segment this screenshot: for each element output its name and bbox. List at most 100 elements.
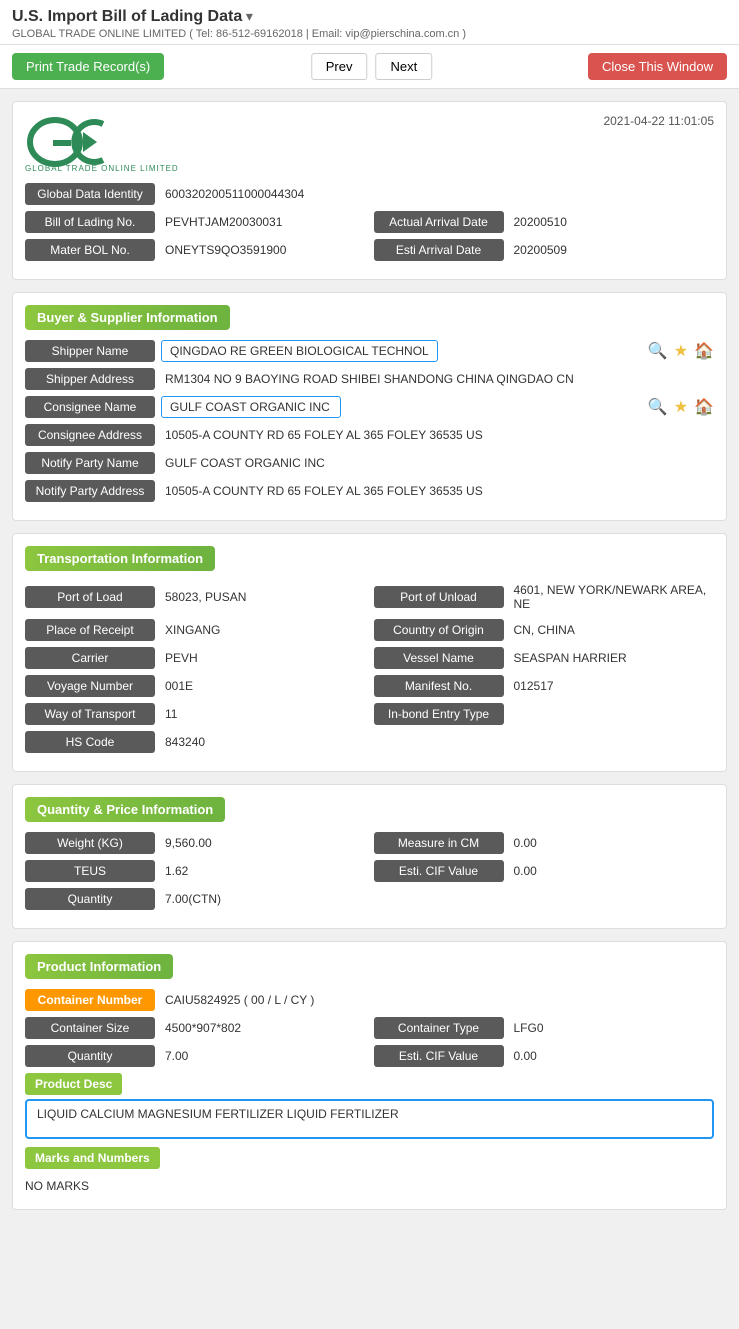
consignee-address-label: Consignee Address <box>25 424 155 446</box>
carrier-label: Carrier <box>25 647 155 669</box>
product-title: Product Information <box>25 954 173 979</box>
product-desc-value: LIQUID CALCIUM MAGNESIUM FERTILIZER LIQU… <box>25 1099 714 1139</box>
weight-kg-label: Weight (KG) <box>25 832 155 854</box>
product-header: Product Information <box>25 954 714 989</box>
esti-arrival-label: Esti Arrival Date <box>374 239 504 261</box>
consignee-search-icon[interactable]: 🔍 <box>648 397 668 417</box>
consignee-name-row: Consignee Name GULF COAST ORGANIC INC 🔍 … <box>25 396 714 418</box>
way-inbond-row: Way of Transport 11 In-bond Entry Type <box>25 703 714 725</box>
voyage-manifest-row: Voyage Number 001E Manifest No. 012517 <box>25 675 714 697</box>
product-quantity-col: Quantity 7.00 <box>25 1045 366 1067</box>
measure-col: Measure in CM 0.00 <box>374 832 715 854</box>
in-bond-entry-type-value <box>510 712 518 716</box>
way-of-transport-label: Way of Transport <box>25 703 155 725</box>
manifest-no-label: Manifest No. <box>374 675 504 697</box>
mater-bol-value: ONEYTS9QO3591900 <box>161 241 290 259</box>
way-of-transport-col: Way of Transport 11 <box>25 703 366 725</box>
container-number-value: CAIU5824925 ( 00 / L / CY ) <box>161 991 318 1009</box>
transportation-title: Transportation Information <box>25 546 215 571</box>
shipper-search-icon[interactable]: 🔍 <box>648 341 668 361</box>
product-quantity-cif-row: Quantity 7.00 Esti. CIF Value 0.00 <box>25 1045 714 1067</box>
buyer-supplier-title: Buyer & Supplier Information <box>25 305 230 330</box>
bol-col: Bill of Lading No. PEVHTJAM20030031 <box>25 211 366 233</box>
product-quantity-label: Quantity <box>25 1045 155 1067</box>
quantity-value: 7.00(CTN) <box>161 890 225 908</box>
manifest-col: Manifest No. 012517 <box>374 675 715 697</box>
page-title: U.S. Import Bill of Lading Data <box>12 8 242 25</box>
port-of-load-label: Port of Load <box>25 586 155 608</box>
shipper-address-value: RM1304 NO 9 BAOYING ROAD SHIBEI SHANDONG… <box>161 370 578 388</box>
consignee-name-label: Consignee Name <box>25 396 155 418</box>
port-load-col: Port of Load 58023, PUSAN <box>25 581 366 613</box>
esti-cif-col: Esti. CIF Value 0.00 <box>374 860 715 882</box>
container-number-label: Container Number <box>25 989 155 1011</box>
product-desc-section: Product Desc LIQUID CALCIUM MAGNESIUM FE… <box>25 1073 714 1139</box>
container-size-col: Container Size 4500*907*802 <box>25 1017 366 1039</box>
quantity-price-title: Quantity & Price Information <box>25 797 225 822</box>
receipt-origin-row: Place of Receipt XINGANG Country of Orig… <box>25 619 714 641</box>
consignee-star-icon[interactable]: ★ <box>674 397 688 417</box>
marks-section: Marks and Numbers NO MARKS <box>25 1147 714 1197</box>
measure-in-cm-label: Measure in CM <box>374 832 504 854</box>
close-button[interactable]: Close This Window <box>588 53 727 80</box>
container-size-type-row: Container Size 4500*907*802 Container Ty… <box>25 1017 714 1039</box>
teus-cif-row: TEUS 1.62 Esti. CIF Value 0.00 <box>25 860 714 882</box>
hs-code-row: HS Code 843240 <box>25 731 714 753</box>
carrier-value: PEVH <box>161 649 202 667</box>
global-data-identity-label: Global Data Identity <box>25 183 155 205</box>
shipper-address-row: Shipper Address RM1304 NO 9 BAOYING ROAD… <box>25 368 714 390</box>
notify-party-address-value: 10505-A COUNTY RD 65 FOLEY AL 365 FOLEY … <box>161 482 487 500</box>
carrier-col: Carrier PEVH <box>25 647 366 669</box>
logo: GLOBAL TRADE ONLINE LIMITED <box>25 114 179 173</box>
prev-button[interactable]: Prev <box>311 53 368 80</box>
product-esti-cif-label: Esti. CIF Value <box>374 1045 504 1067</box>
place-of-receipt-value: XINGANG <box>161 621 224 639</box>
vessel-name-label: Vessel Name <box>374 647 504 669</box>
print-button[interactable]: Print Trade Record(s) <box>12 53 164 80</box>
port-of-load-value: 58023, PUSAN <box>161 588 250 606</box>
notify-party-address-row: Notify Party Address 10505-A COUNTY RD 6… <box>25 480 714 502</box>
main-card: GLOBAL TRADE ONLINE LIMITED 2021-04-22 1… <box>12 101 727 280</box>
port-of-unload-value: 4601, NEW YORK/NEWARK AREA, NE <box>510 581 715 613</box>
card-header: GLOBAL TRADE ONLINE LIMITED 2021-04-22 1… <box>25 114 714 173</box>
port-of-unload-label: Port of Unload <box>374 586 504 608</box>
shipper-star-icon[interactable]: ★ <box>674 341 688 361</box>
country-of-origin-label: Country of Origin <box>374 619 504 641</box>
logo-subtitle: GLOBAL TRADE ONLINE LIMITED <box>25 164 179 173</box>
container-size-value: 4500*907*802 <box>161 1019 245 1037</box>
shipper-name-value: QINGDAO RE GREEN BIOLOGICAL TECHNOL <box>161 340 438 362</box>
buyer-supplier-header: Buyer & Supplier Information <box>25 305 714 340</box>
transportation-card: Transportation Information Port of Load … <box>12 533 727 772</box>
transportation-header: Transportation Information <box>25 546 714 581</box>
voyage-number-value: 001E <box>161 677 197 695</box>
consignee-icons: 🔍 ★ 🏠 <box>648 397 714 417</box>
marks-and-numbers-value: NO MARKS <box>25 1175 714 1197</box>
container-type-col: Container Type LFG0 <box>374 1017 715 1039</box>
quantity-row: Quantity 7.00(CTN) <box>25 888 714 910</box>
actual-arrival-label: Actual Arrival Date <box>374 211 504 233</box>
next-button[interactable]: Next <box>376 53 433 80</box>
record-timestamp: 2021-04-22 11:01:05 <box>603 114 714 128</box>
product-esti-cif-value: 0.00 <box>510 1047 541 1065</box>
shipper-name-label: Shipper Name <box>25 340 155 362</box>
product-cif-col: Esti. CIF Value 0.00 <box>374 1045 715 1067</box>
actual-arrival-value: 20200510 <box>510 213 571 231</box>
shipper-home-icon[interactable]: 🏠 <box>694 341 714 361</box>
actual-arrival-col: Actual Arrival Date 20200510 <box>374 211 715 233</box>
port-row: Port of Load 58023, PUSAN Port of Unload… <box>25 581 714 613</box>
carrier-vessel-row: Carrier PEVH Vessel Name SEASPAN HARRIER <box>25 647 714 669</box>
consignee-address-row: Consignee Address 10505-A COUNTY RD 65 F… <box>25 424 714 446</box>
esti-arrival-col: Esti Arrival Date 20200509 <box>374 239 715 261</box>
buyer-supplier-card: Buyer & Supplier Information Shipper Nam… <box>12 292 727 521</box>
weight-measure-row: Weight (KG) 9,560.00 Measure in CM 0.00 <box>25 832 714 854</box>
voyage-col: Voyage Number 001E <box>25 675 366 697</box>
hs-code-label: HS Code <box>25 731 155 753</box>
country-of-origin-col: Country of Origin CN, CHINA <box>374 619 715 641</box>
title-arrow: ▾ <box>246 8 253 24</box>
voyage-number-label: Voyage Number <box>25 675 155 697</box>
esti-arrival-value: 20200509 <box>510 241 571 259</box>
container-number-row: Container Number CAIU5824925 ( 00 / L / … <box>25 989 714 1011</box>
vessel-name-col: Vessel Name SEASPAN HARRIER <box>374 647 715 669</box>
in-bond-col: In-bond Entry Type <box>374 703 715 725</box>
consignee-home-icon[interactable]: 🏠 <box>694 397 714 417</box>
